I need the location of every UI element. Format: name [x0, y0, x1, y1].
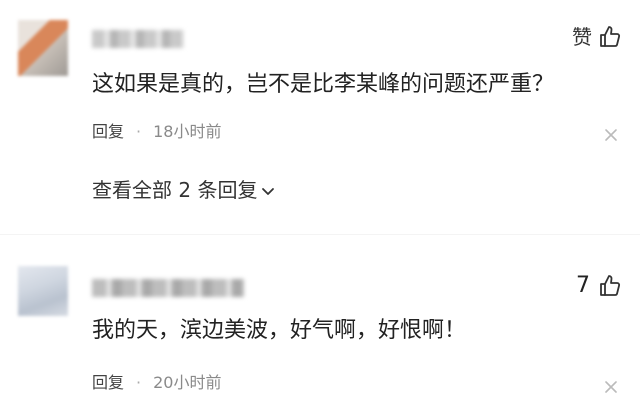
comment-meta: 回复 · 20小时前 — [92, 373, 221, 393]
avatar[interactable] — [18, 266, 68, 316]
meta-separator: · — [136, 122, 142, 141]
like-button[interactable]: 赞 — [572, 24, 622, 50]
avatar[interactable] — [18, 20, 68, 76]
reply-button[interactable]: 回复 — [92, 122, 124, 141]
timestamp: 18小时前 — [153, 122, 222, 141]
divider — [0, 234, 640, 235]
like-button[interactable]: 7 — [576, 273, 622, 299]
comment-text: 我的天，滨边美波，好气啊，好恨啊！ — [92, 318, 467, 343]
thumbs-up-icon — [598, 274, 622, 298]
close-x-icon[interactable] — [604, 379, 618, 393]
like-label: 赞 — [572, 25, 592, 49]
comment-meta: 回复 · 18小时前 — [92, 122, 221, 142]
chevron-down-icon — [261, 176, 275, 204]
thumbs-up-icon — [598, 25, 622, 49]
timestamp: 20小时前 — [153, 373, 222, 392]
view-replies-label: 查看全部 2 条回复 — [92, 178, 258, 202]
username-blurred[interactable] — [92, 30, 184, 48]
meta-separator: · — [136, 373, 142, 392]
reply-button[interactable]: 回复 — [92, 373, 124, 392]
close-x-icon[interactable] — [604, 127, 618, 141]
view-all-replies-button[interactable]: 查看全部 2 条回复 — [92, 176, 275, 204]
comment-text: 这如果是真的，岂不是比李某峰的问题还严重？ — [92, 72, 555, 97]
username-blurred[interactable] — [92, 279, 244, 297]
like-count: 7 — [576, 273, 590, 298]
